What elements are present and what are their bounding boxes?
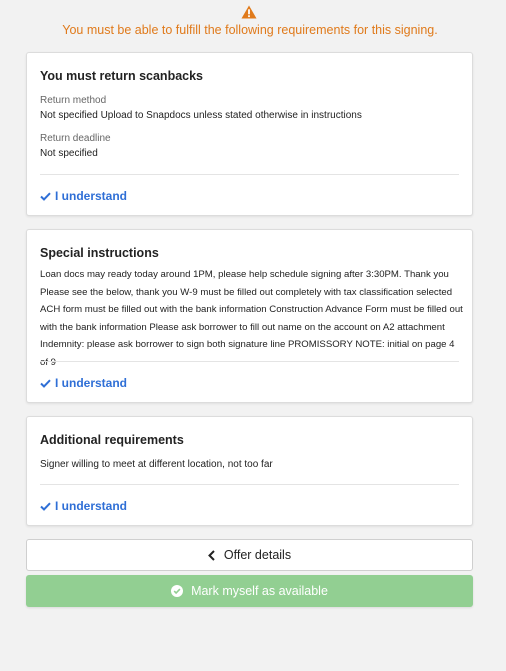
offer-details-button[interactable]: Offer details — [26, 539, 473, 571]
special-instructions-text: Loan docs may ready today around 1PM, pl… — [40, 269, 463, 368]
check-icon — [40, 192, 51, 201]
additional-requirements-title: Additional requirements — [40, 433, 184, 447]
warning-triangle-icon — [241, 5, 257, 19]
offer-details-label: Offer details — [223, 548, 292, 562]
return-method-value: Not specified Upload to Snapdocs unless … — [40, 110, 362, 121]
scanbacks-card: You must return scanbacks Return method … — [26, 52, 473, 216]
requirements-warning: You must be able to fulfill the followin… — [62, 23, 438, 37]
additional-understand-link[interactable]: I understand — [40, 499, 127, 513]
check-circle-icon — [171, 585, 184, 597]
understand-label: I understand — [55, 376, 128, 390]
special-understand-link[interactable]: I understand — [40, 376, 127, 390]
additional-requirements-text: Signer willing to meet at different loca… — [40, 459, 273, 470]
mark-available-button[interactable]: Mark myself as available — [26, 575, 473, 607]
chevron-left-icon — [207, 549, 215, 561]
scanbacks-understand-link[interactable]: I understand — [40, 189, 127, 203]
special-instructions-card: Special instructions Loan docs may ready… — [26, 229, 473, 403]
additional-requirements-card: Additional requirements Signer willing t… — [26, 416, 473, 526]
return-deadline-label: Return deadline — [40, 133, 111, 144]
check-icon — [40, 379, 51, 388]
return-method-label: Return method — [40, 95, 107, 106]
check-icon — [40, 502, 51, 511]
divider — [40, 484, 459, 485]
return-deadline-value: Not specified — [40, 148, 98, 159]
understand-label: I understand — [55, 499, 128, 513]
scanbacks-title: You must return scanbacks — [40, 69, 204, 83]
special-instructions-title: Special instructions — [40, 246, 159, 260]
mark-available-label: Mark myself as available — [191, 584, 328, 598]
divider — [40, 174, 459, 175]
divider — [40, 361, 459, 362]
understand-label: I understand — [55, 189, 128, 203]
